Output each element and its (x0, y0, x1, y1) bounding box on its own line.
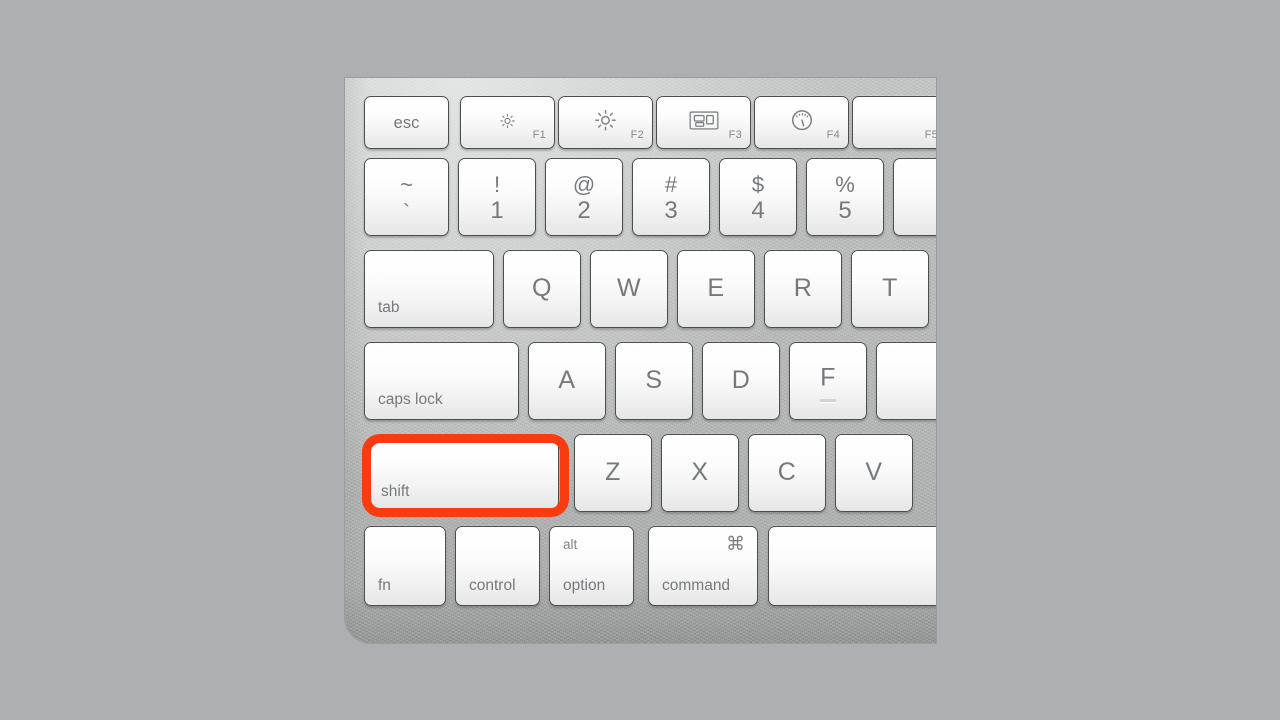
key-fn-label: fn (378, 576, 391, 594)
key-s[interactable]: S (615, 342, 693, 420)
key-1[interactable]: ! 1 (458, 158, 536, 236)
key-5-base-label: 5 (838, 197, 852, 224)
key-option-alt-label: alt (563, 537, 578, 552)
key-f2[interactable]: F2 (558, 96, 653, 149)
key-f-tactile-bump (819, 399, 837, 402)
key-x-label: X (691, 458, 709, 486)
key-shift-label: shift (381, 482, 410, 500)
key-f3[interactable]: F3 (656, 96, 751, 149)
key-f2-fn-label: F2 (630, 129, 644, 141)
key-e[interactable]: E (677, 250, 755, 328)
key-c-label: C (777, 458, 797, 486)
key-4-shift-label: $ (751, 172, 765, 197)
key-t[interactable]: T (851, 250, 929, 328)
key-q-label: Q (532, 274, 552, 302)
key-s-label: S (645, 366, 663, 394)
key-6[interactable] (893, 158, 936, 236)
key-f[interactable]: F (789, 342, 867, 420)
key-fn[interactable]: fn (364, 526, 446, 606)
key-option-label: option (563, 576, 606, 594)
key-3-base-label: 3 (664, 197, 678, 224)
key-w[interactable]: W (590, 250, 668, 328)
key-shift[interactable]: shift (369, 439, 559, 509)
command-glyph-icon: ⌘ (726, 534, 745, 555)
key-g[interactable] (876, 342, 936, 420)
key-f4-fn-label: F4 (826, 129, 840, 141)
key-e-label: E (707, 274, 725, 302)
key-4[interactable]: $ 4 (719, 158, 797, 236)
key-5-shift-label: % (835, 172, 855, 197)
key-backtick-base-label: ` (403, 201, 410, 224)
key-esc-label: esc (393, 113, 420, 132)
key-r[interactable]: R (764, 250, 842, 328)
key-1-base-label: 1 (490, 197, 504, 224)
key-4-base-label: 4 (751, 197, 765, 224)
brightness-up-icon (559, 108, 652, 131)
key-q[interactable]: Q (503, 250, 581, 328)
brightness-down-icon (461, 112, 554, 129)
key-f1[interactable]: F1 (460, 96, 555, 149)
key-tab[interactable]: tab (364, 250, 494, 328)
key-c[interactable]: C (748, 434, 826, 512)
key-backtick-shift-label: ~ (400, 172, 413, 197)
key-d[interactable]: D (702, 342, 780, 420)
key-command[interactable]: ⌘ command (648, 526, 758, 606)
key-r-label: R (793, 274, 813, 302)
key-caps-lock[interactable]: caps lock (364, 342, 519, 420)
key-esc[interactable]: esc (364, 96, 449, 149)
mac-keyboard: esc F1 F2 F3 F4 F ~ ` ! 1 @ 2 # 3 $ 4 % … (345, 78, 936, 643)
screenshot-stage: esc F1 F2 F3 F4 F ~ ` ! 1 @ 2 # 3 $ 4 % … (0, 0, 1280, 720)
key-5[interactable]: % 5 (806, 158, 884, 236)
key-2-base-label: 2 (577, 197, 591, 224)
key-3[interactable]: # 3 (632, 158, 710, 236)
key-option[interactable]: alt option (549, 526, 634, 606)
key-v[interactable]: V (835, 434, 913, 512)
key-control[interactable]: control (455, 526, 540, 606)
key-f5[interactable]: F5 (852, 96, 936, 149)
key-v-label: V (865, 458, 883, 486)
key-t-label: T (882, 274, 898, 302)
key-a-label: A (558, 366, 576, 394)
mission-control-icon (657, 109, 750, 130)
key-f-label: F (820, 363, 836, 392)
key-a[interactable]: A (528, 342, 606, 420)
key-tab-label: tab (378, 298, 400, 316)
key-caps-lock-label: caps lock (378, 390, 443, 408)
key-2[interactable]: @ 2 (545, 158, 623, 236)
key-2-shift-label: @ (572, 172, 596, 197)
key-command-label: command (662, 576, 731, 594)
key-space[interactable] (768, 526, 936, 606)
key-f5-fn-label: F5 (924, 129, 936, 141)
key-z[interactable]: Z (574, 434, 652, 512)
key-backtick[interactable]: ~ ` (364, 158, 449, 236)
key-z-label: Z (605, 458, 621, 486)
key-control-label: control (469, 576, 516, 594)
key-w-label: W (616, 274, 642, 302)
key-f3-fn-label: F3 (728, 129, 742, 141)
key-f1-fn-label: F1 (532, 129, 546, 141)
key-d-label: D (731, 366, 751, 394)
key-3-shift-label: # (664, 172, 678, 197)
key-f4[interactable]: F4 (754, 96, 849, 149)
key-x[interactable]: X (661, 434, 739, 512)
key-1-shift-label: ! (493, 172, 501, 197)
